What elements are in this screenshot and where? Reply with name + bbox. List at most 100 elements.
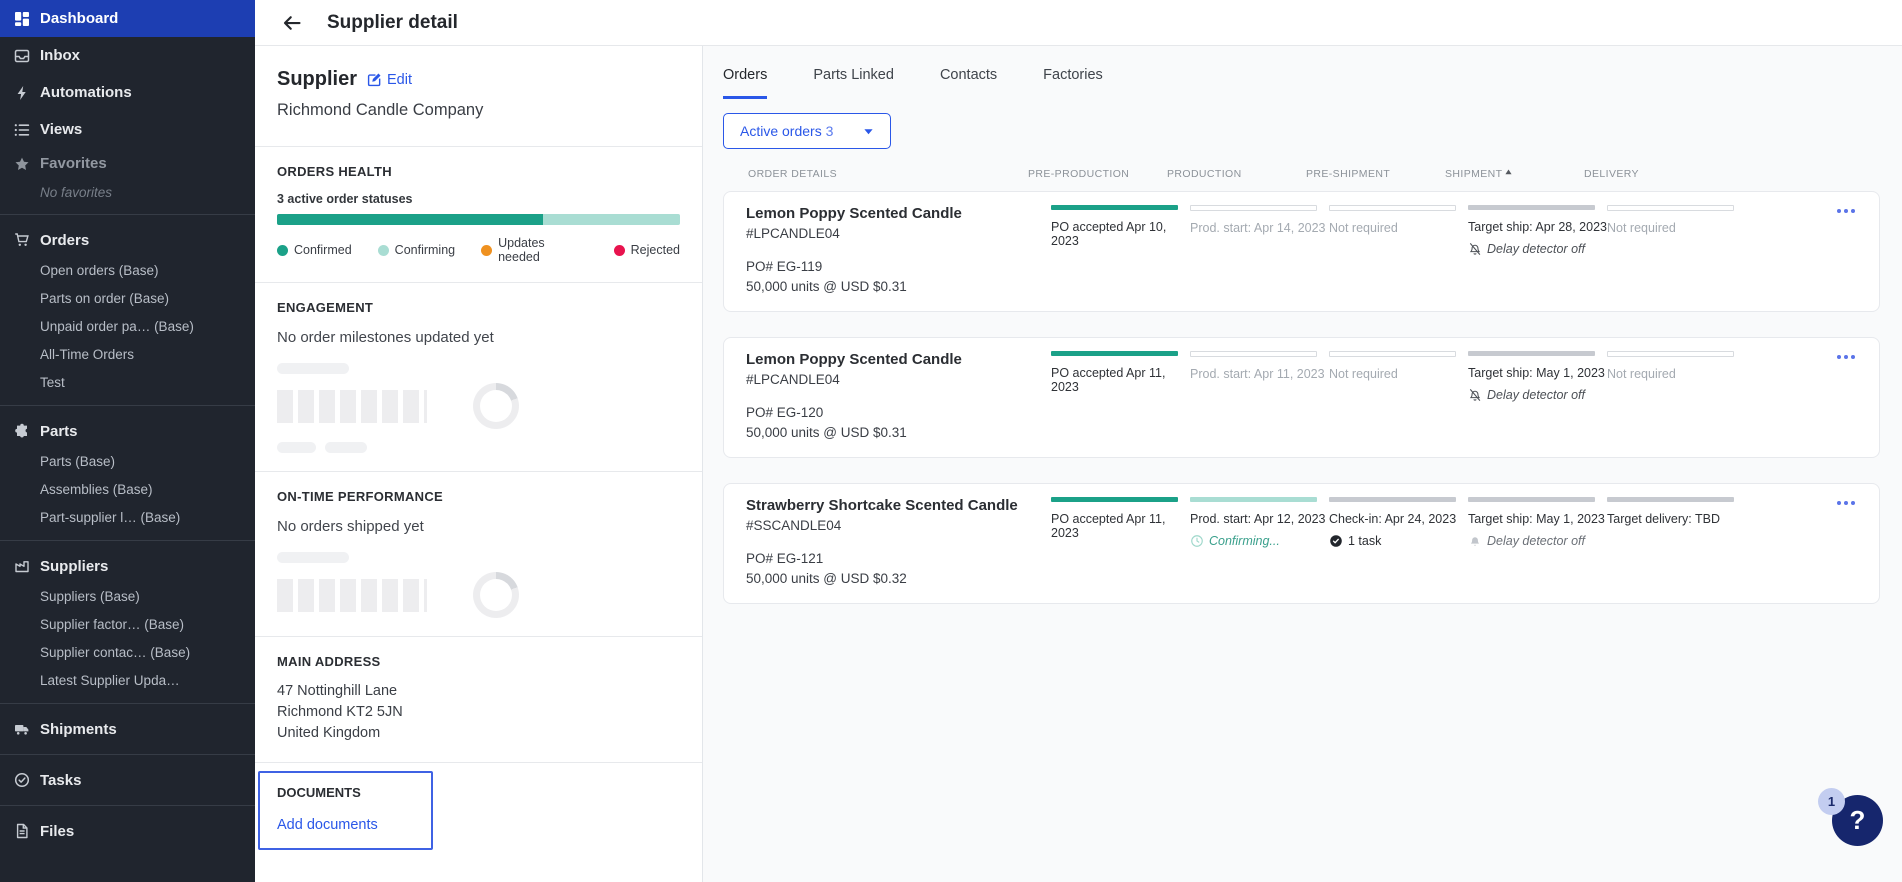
tab-factories[interactable]: Factories [1043,67,1103,99]
clock-icon [1191,535,1203,547]
sidebar-item-unpaid-order[interactable]: Unpaid order pa… (Base) [0,312,255,340]
tab-parts-linked[interactable]: Parts Linked [813,67,894,99]
order-menu-button[interactable] [1835,497,1857,509]
factory-icon [13,558,30,575]
sidebar-section-shipments[interactable]: Shipments [0,713,255,745]
skeleton-donut [473,383,519,429]
sidebar-item-open-orders[interactable]: Open orders (Base) [0,256,255,284]
rejected-dot-icon [613,244,625,256]
divider [0,540,255,541]
milestone-delivery: Not required [1607,205,1734,235]
file-icon [13,823,30,840]
milestone-bar [1468,205,1595,210]
list-icon [13,121,30,138]
sidebar-section-parts[interactable]: Parts [0,415,255,447]
order-po-number: PO# EG-120 [746,405,824,420]
on-time-heading: ON-TIME PERFORMANCE [277,489,444,504]
sidebar-section-tasks[interactable]: Tasks [0,764,255,796]
sidebar-item-parts-on-order[interactable]: Parts on order (Base) [0,284,255,312]
divider [0,405,255,406]
milestone-bar [1051,351,1178,356]
orders-health-heading: ORDERS HEALTH [277,164,392,179]
milestone-pre-production: PO accepted Apr 11, 2023 [1051,497,1190,540]
orders-health-section: ORDERS HEALTH 3 active order statuses Co… [255,146,702,282]
add-documents-link[interactable]: Add documents [277,817,415,833]
sidebar-section-suppliers[interactable]: Suppliers [0,550,255,582]
milestone-pre-production: PO accepted Apr 10, 2023 [1051,205,1190,248]
col-delivery[interactable]: DELIVERY [1584,168,1710,180]
tab-contacts[interactable]: Contacts [940,67,997,99]
sidebar-section-label: Tasks [40,771,82,789]
sidebar-item-label: Views [40,121,83,138]
col-shipment[interactable]: SHIPMENT [1445,168,1584,180]
tab-orders[interactable]: Orders [723,67,768,99]
sidebar-item-all-time-orders[interactable]: All-Time Orders [0,340,255,368]
active-statuses-count: 3 active order statuses [277,192,413,206]
legend-rejected: Rejected [613,236,680,264]
sidebar-item-favorites[interactable]: Favorites [0,148,255,179]
sidebar-item-test[interactable]: Test [0,368,255,396]
top-header: Supplier detail [255,0,1902,46]
delay-detector-status: Delay detector off [1468,534,1607,548]
updates-needed-dot-icon [481,244,493,256]
sidebar-item-suppliers-base[interactable]: Suppliers (Base) [0,582,255,610]
sidebar-item-assemblies[interactable]: Assemblies (Base) [0,475,255,503]
sidebar-item-automations[interactable]: Automations [0,74,255,111]
skeleton-pill [277,552,349,563]
address-line: United Kingdom [277,725,381,741]
sidebar-item-parts-base[interactable]: Parts (Base) [0,447,255,475]
order-menu-button[interactable] [1835,205,1857,217]
sidebar-section-files[interactable]: Files [0,815,255,847]
sidebar-item-label: Dashboard [40,10,119,27]
order-name: Strawberry Shortcake Scented Candle [746,497,1018,514]
col-pre-production[interactable]: PRE-PRODUCTION [1028,168,1167,180]
order-card[interactable]: Lemon Poppy Scented Candle #LPCANDLE04 P… [723,191,1880,312]
milestone-shipment: Target ship: May 1, 2023 Delay detector … [1468,497,1607,548]
supplier-name: Richmond Candle Company [277,101,484,119]
tab-bar: Orders Parts Linked Contacts Factories [703,46,1902,99]
sidebar-item-dashboard[interactable]: Dashboard [0,0,255,37]
col-order-details[interactable]: ORDER DETAILS [723,168,1028,180]
milestone-bar [1329,205,1456,211]
milestone-bar [1190,351,1317,357]
milestone-pre-shipment: Not required [1329,205,1468,235]
address-line: Richmond KT2 5JN [277,704,403,720]
milestone-production: Prod. start: Apr 12, 2023 Confirming... [1190,497,1329,548]
milestone-shipment: Target ship: May 1, 2023 Delay detector … [1468,351,1607,402]
sidebar-section-orders[interactable]: Orders [0,224,255,256]
back-button[interactable] [281,12,303,34]
orders-health-legend: Confirmed Confirming Updates needed Reje… [277,236,680,264]
order-card[interactable]: Strawberry Shortcake Scented Candle #SSC… [723,483,1880,604]
delay-detector-status: Delay detector off [1468,242,1607,256]
sidebar-section-label: Orders [40,231,90,249]
order-card[interactable]: Lemon Poppy Scented Candle #LPCANDLE04 P… [723,337,1880,458]
skeleton-pill [277,363,349,374]
sidebar-item-views[interactable]: Views [0,111,255,148]
sidebar-item-supplier-factories[interactable]: Supplier factor… (Base) [0,610,255,638]
sidebar-item-supplier-contacts[interactable]: Supplier contac… (Base) [0,638,255,666]
sidebar-item-inbox[interactable]: Inbox [0,37,255,74]
engagement-empty-text: No order milestones updated yet [277,329,494,346]
sidebar: Dashboard Inbox Automations Views Favori… [0,0,255,882]
confirming-status: Confirming... [1190,534,1329,548]
active-orders-dropdown[interactable]: Active orders 3 [723,113,892,149]
col-production[interactable]: PRODUCTION [1167,168,1306,180]
sidebar-item-part-supplier[interactable]: Part-supplier l… (Base) [0,503,255,531]
notification-badge: 1 [1818,788,1845,815]
delay-detector-status: Delay detector off [1468,388,1607,402]
divider [0,805,255,806]
col-pre-shipment[interactable]: PRE-SHIPMENT [1306,168,1445,180]
sidebar-section-label: Parts [40,422,78,440]
check-circle-icon [13,772,30,789]
task-count[interactable]: 1 task [1329,534,1468,548]
sidebar-section-label: Suppliers [40,557,109,575]
help-button[interactable]: ? 1 [1818,788,1883,846]
puzzle-icon [13,423,30,440]
engagement-heading: ENGAGEMENT [277,300,374,315]
main-address-heading: MAIN ADDRESS [277,654,381,669]
sidebar-item-latest-supplier-update[interactable]: Latest Supplier Upda… [0,666,255,694]
edit-supplier-button[interactable]: Edit [367,72,412,88]
order-sku: #LPCANDLE04 [746,372,840,387]
order-menu-button[interactable] [1835,351,1857,363]
chevron-down-icon [863,126,874,137]
